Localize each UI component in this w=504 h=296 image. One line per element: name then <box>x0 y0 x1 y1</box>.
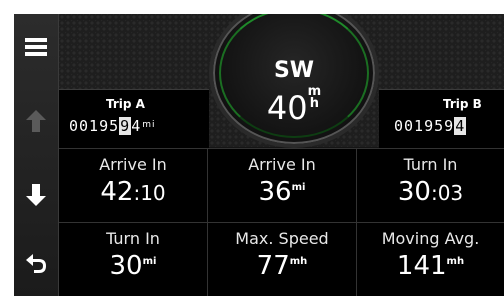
data-field-turn-in-time[interactable]: Turn In 30:03 <box>357 148 504 222</box>
field-value: 42:10 <box>59 177 207 207</box>
field-value: 30:03 <box>357 177 504 207</box>
field-value-main: 77 <box>256 251 290 281</box>
field-value-suffix: :10 <box>133 181 166 205</box>
trip-a-odometer[interactable]: Trip A 0019594mi <box>59 89 209 148</box>
data-field-max-speed[interactable]: Max. Speed 77mh <box>208 222 356 296</box>
field-value: 30mi <box>59 251 207 281</box>
main-panel: Trip A 0019594mi Trip B 0019594 SW 40m h … <box>59 14 504 296</box>
data-field-arrive-in-time[interactable]: Arrive In 42:10 <box>59 148 207 222</box>
trip-a-odometer-next: 4 <box>131 117 142 135</box>
back-button[interactable] <box>14 236 58 290</box>
trip-b-odometer-next: 4 <box>454 117 467 135</box>
field-value-main: 141 <box>396 251 447 281</box>
field-unit: mh <box>289 256 308 267</box>
field-label: Moving Avg. <box>381 229 480 248</box>
field-value: 141mh <box>357 251 504 281</box>
speed-unit-bottom: h <box>309 96 319 111</box>
field-value-main: 30 <box>397 177 431 207</box>
trip-a-odometer-value: 0019594mi <box>69 117 156 135</box>
data-field-arrive-in-distance[interactable]: Arrive In 36mi <box>208 148 356 222</box>
field-unit: mh <box>446 256 465 267</box>
trip-a-odometer-unit: mi <box>142 120 156 130</box>
field-unit: mi <box>142 256 157 267</box>
scroll-down-button[interactable] <box>14 168 58 222</box>
field-label: Max. Speed <box>235 229 329 248</box>
back-icon <box>26 254 46 273</box>
menu-button[interactable] <box>14 20 58 74</box>
field-value-suffix: :03 <box>430 181 464 205</box>
data-field-turn-in-distance[interactable]: Turn In 30mi <box>59 222 207 296</box>
current-speed: 40m h <box>213 85 375 127</box>
field-value: 36mi <box>208 177 356 207</box>
data-field-moving-avg[interactable]: Moving Avg. 141mh <box>357 222 504 296</box>
trip-a-odometer-highlight: 9 <box>119 117 132 135</box>
trip-b-odometer-prefix: 00195 <box>394 117 445 135</box>
field-label: Arrive In <box>99 155 167 174</box>
field-value: 77mh <box>208 251 356 281</box>
sidebar <box>14 14 59 296</box>
field-value-main: 42 <box>100 177 134 207</box>
field-label: Turn In <box>403 155 458 174</box>
trip-a-label: Trip A <box>106 97 145 111</box>
field-value-main: 36 <box>258 177 292 207</box>
trip-b-label: Trip B <box>443 97 482 111</box>
current-speed-unit: mh <box>308 85 322 111</box>
trip-b-odometer-highlight: 9 <box>444 117 455 135</box>
trip-computer-screen: Trip A 0019594mi Trip B 0019594 SW 40m h … <box>14 14 504 296</box>
arrow-up-icon <box>26 110 46 132</box>
compass-heading: SW <box>273 58 315 83</box>
trip-b-odometer-value: 0019594 <box>394 117 467 135</box>
scroll-up-button[interactable] <box>14 94 58 148</box>
field-label: Arrive In <box>248 155 316 174</box>
field-unit: mi <box>291 182 306 193</box>
current-speed-value: 40 <box>266 89 308 127</box>
trip-b-odometer[interactable]: Trip B 0019594 <box>379 89 504 148</box>
menu-icon <box>25 38 47 56</box>
arrow-down-icon <box>26 184 46 206</box>
trip-a-odometer-prefix: 00195 <box>69 117 120 135</box>
field-label: Turn In <box>106 229 160 248</box>
field-value-main: 30 <box>109 251 143 281</box>
